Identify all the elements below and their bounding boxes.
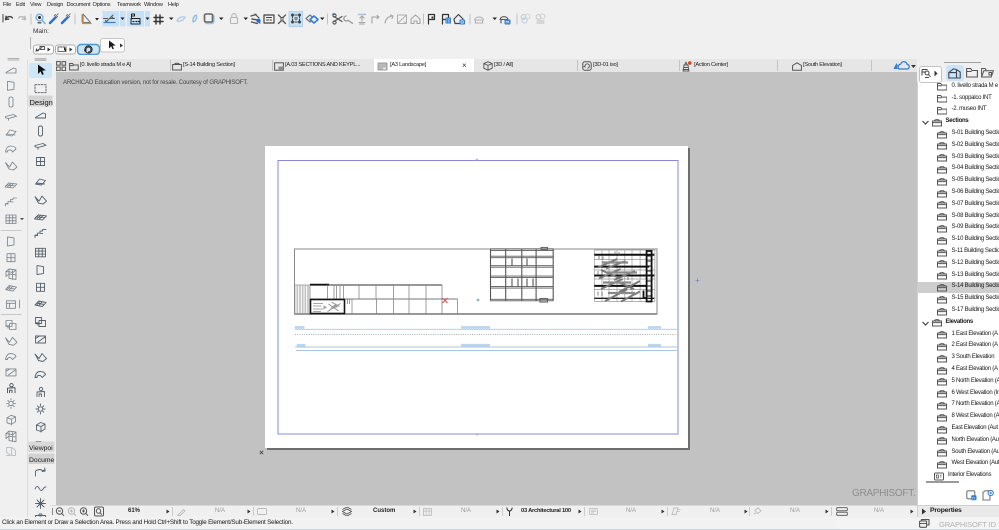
svg-text:Viewpoi: Viewpoi (29, 445, 53, 452)
svg-text:Design: Design (30, 98, 53, 107)
svg-text:Docume: Docume (29, 457, 55, 464)
